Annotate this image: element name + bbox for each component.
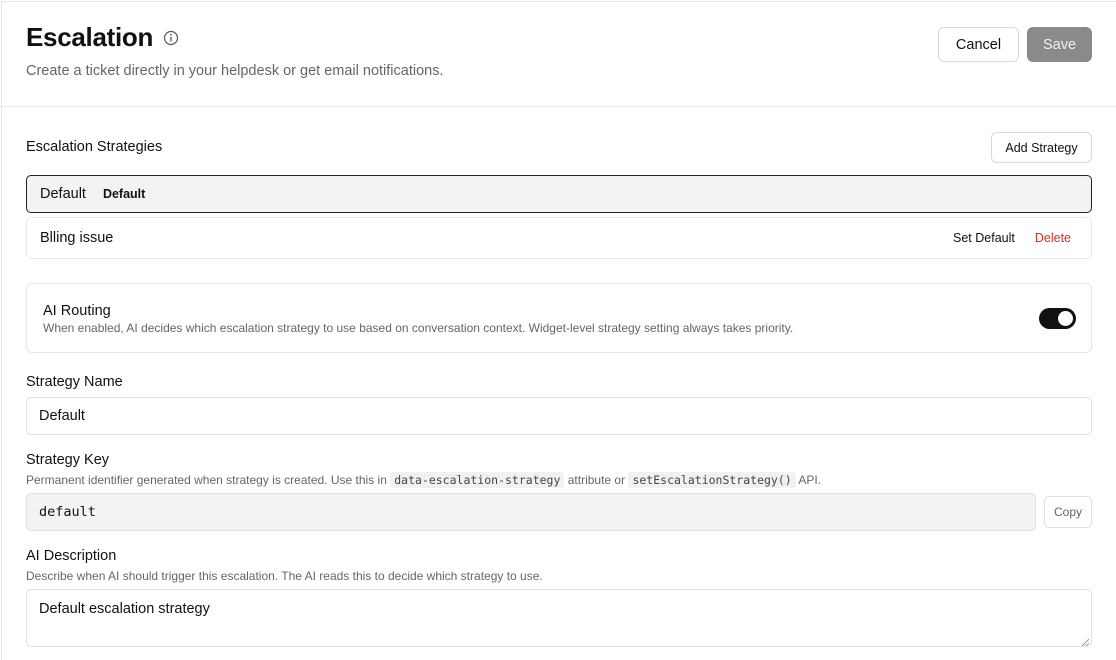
ai-routing-description: When enabled, AI decides which escalatio… [43,321,794,335]
help-text: API. [798,473,822,487]
strategy-name-input[interactable] [26,397,1092,435]
strategies-section-label: Escalation Strategies [26,139,163,155]
cancel-button[interactable]: Cancel [938,27,1019,62]
strategy-key-help: Permanent identifier generated when stra… [26,472,822,488]
copy-button[interactable]: Copy [1044,496,1092,528]
page-title: Escalation [26,22,154,52]
strategy-name-label: Strategy Name [26,374,123,390]
ai-description-help: Describe when AI should trigger this esc… [26,569,543,583]
ai-description-textarea[interactable]: Default escalation strategy [26,589,1092,647]
code-snippet: data-escalation-strategy [390,472,565,488]
title-row: Escalation [26,22,179,53]
delete-button[interactable]: Delete [1035,231,1071,245]
ai-routing-title: AI Routing [43,303,111,319]
help-text: Permanent identifier generated when stra… [26,473,387,487]
ai-description-label: AI Description [26,548,117,564]
help-text: attribute or [567,473,626,487]
strategy-key-label: Strategy Key [26,452,110,468]
page-header: Escalation Create a ticket directly in y… [0,0,1116,107]
ai-routing-card: AI Routing When enabled, AI decides whic… [26,283,1092,353]
strategy-key-input[interactable] [26,493,1036,531]
toggle-knob [1058,311,1073,326]
info-icon[interactable] [163,30,179,46]
resize-handle-icon[interactable] [1080,634,1090,647]
strategy-name: Default [40,186,86,202]
strategy-name: Blling issue [40,230,114,246]
default-badge: Default [102,187,146,201]
page-subtitle: Create a ticket directly in your helpdes… [26,63,444,79]
strategy-row-billing[interactable]: Blling issue Set Default Delete [26,217,1092,259]
set-default-button[interactable]: Set Default [953,231,1015,245]
strategy-row-default[interactable]: Default Default [26,175,1092,213]
save-button[interactable]: Save [1027,27,1092,62]
add-strategy-button[interactable]: Add Strategy [991,132,1092,163]
ai-routing-toggle[interactable] [1039,308,1076,329]
row-actions: Set Default Delete [953,218,1071,258]
code-snippet: setEscalationStrategy() [628,472,796,488]
